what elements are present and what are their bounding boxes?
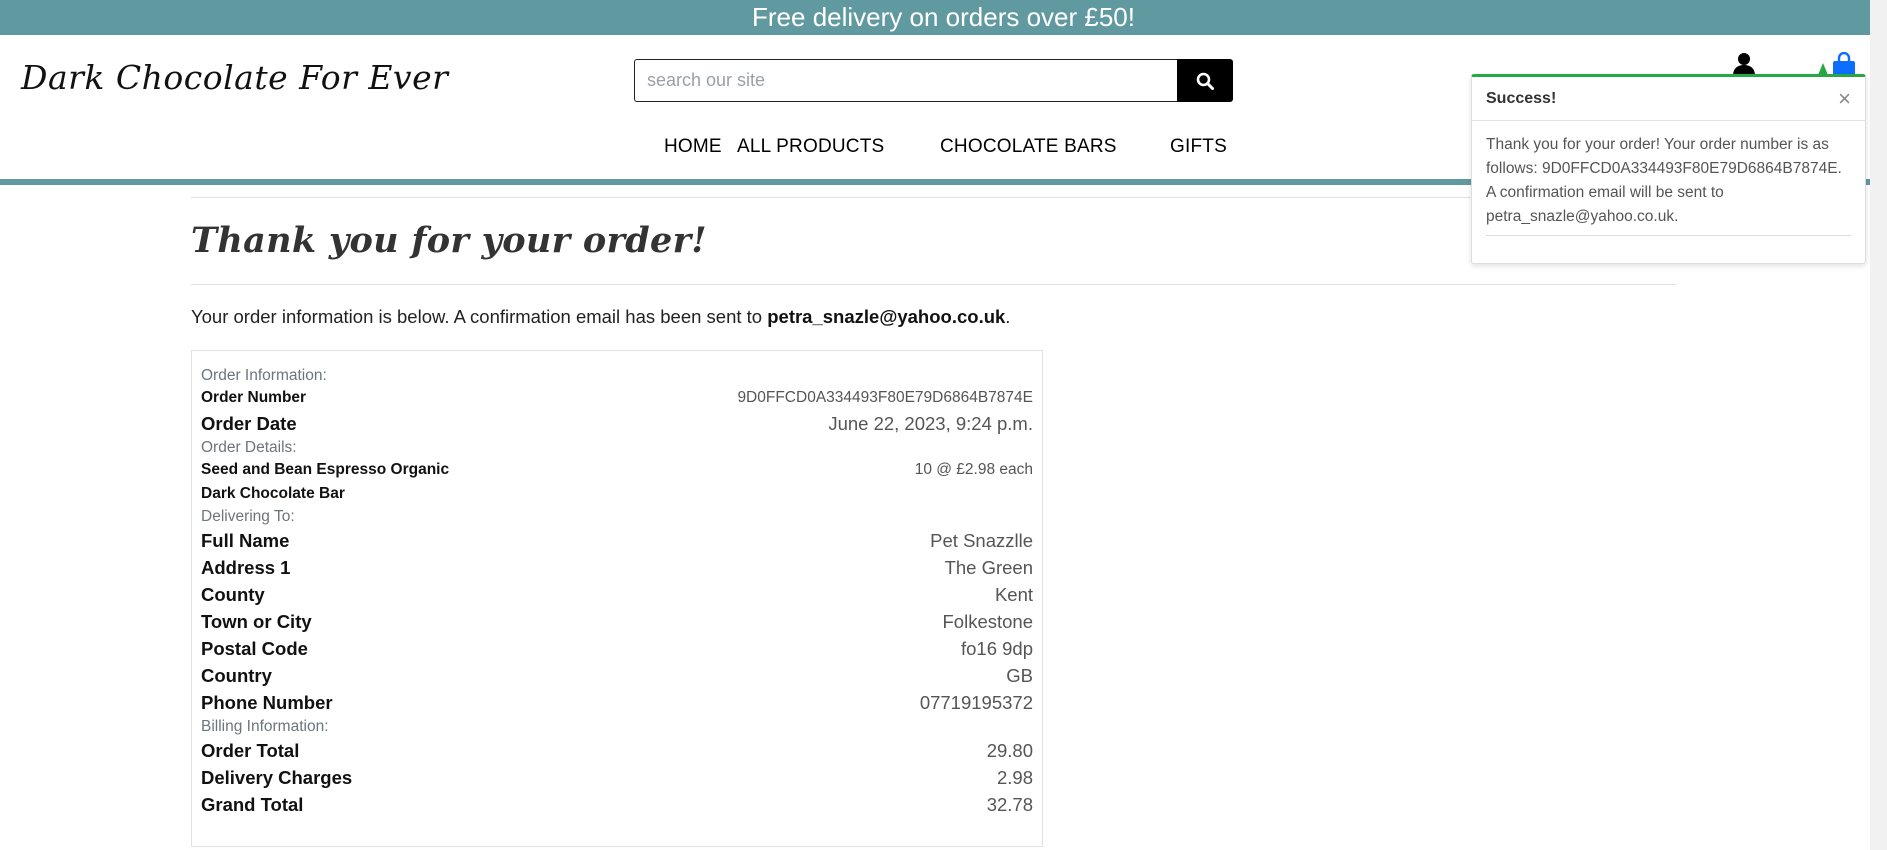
- search-button[interactable]: [1177, 59, 1233, 102]
- nav-chocolate-bars[interactable]: CHOCOLATE BARS: [940, 136, 1117, 158]
- delivery-value: Folkestone: [942, 611, 1034, 632]
- site-logo[interactable]: Dark Chocolate For Ever: [21, 58, 448, 97]
- billing-information-heading: Billing Information:: [201, 718, 329, 735]
- delivery-row: County Kent: [201, 581, 1033, 608]
- delivery-value: The Green: [944, 557, 1033, 578]
- delivery-row: Country GB: [201, 662, 1033, 689]
- order-date-label: Order Date: [201, 413, 297, 434]
- order-intro: Your order information is below. A confi…: [191, 306, 1676, 328]
- delivering-to-heading: Delivering To:: [201, 508, 295, 525]
- delivery-row: Postal Code fo16 9dp: [201, 635, 1033, 662]
- delivery-value: fo16 9dp: [960, 638, 1033, 659]
- delivery-row: Full Name Pet Snazzlle: [201, 527, 1033, 554]
- billing-label: Grand Total: [201, 794, 304, 815]
- product-name: Seed and Bean Espresso Organic Dark Choc…: [201, 461, 450, 502]
- billing-label: Delivery Charges: [201, 767, 353, 788]
- nav-home[interactable]: HOME: [664, 136, 722, 158]
- toast-message: Thank you for your order! Your order num…: [1486, 136, 1842, 225]
- order-summary-card: Order Information: Order Number 9D0FFCD0…: [191, 350, 1043, 847]
- delivery-value: GB: [1006, 665, 1033, 686]
- billing-value: 2.98: [996, 767, 1033, 788]
- delivery-label: County: [201, 584, 265, 605]
- divider: [1486, 235, 1851, 236]
- delivery-row: Town or City Folkestone: [201, 608, 1033, 635]
- order-date-value: June 22, 2023, 9:24 p.m.: [828, 413, 1033, 434]
- order-number-value: 9D0FFCD0A334493F80E79D6864B7874E: [737, 389, 1033, 406]
- billing-label: Order Total: [201, 740, 300, 761]
- checkout-success-content: Thank you for your order! Your order inf…: [191, 197, 1676, 328]
- delivery-label: Postal Code: [201, 638, 308, 659]
- product-quantity-price: 10 @ £2.98 each: [914, 461, 1033, 478]
- nav-all-products[interactable]: ALL PRODUCTS: [737, 136, 884, 158]
- billing-row: Delivery Charges 2.98: [201, 764, 1033, 791]
- order-number-label: Order Number: [201, 389, 307, 406]
- delivery-row: Address 1 The Green: [201, 554, 1033, 581]
- success-toast: Success! × Thank you for your order! You…: [1471, 74, 1866, 264]
- delivery-label: Phone Number: [201, 692, 333, 713]
- order-details-heading: Order Details:: [201, 439, 297, 456]
- delivery-label: Town or City: [201, 611, 312, 632]
- intro-email: petra_snazle@yahoo.co.uk: [767, 306, 1006, 327]
- intro-suffix: .: [1005, 306, 1011, 327]
- toast-title: Success!: [1486, 89, 1557, 107]
- divider: [191, 197, 1676, 198]
- search-icon: [1196, 72, 1214, 90]
- delivery-row: Phone Number 07719195372: [201, 689, 1033, 716]
- toast-header: Success! ×: [1472, 77, 1865, 121]
- user-icon[interactable]: [1733, 52, 1755, 76]
- order-information-heading: Order Information:: [201, 367, 327, 384]
- page-scrollbar[interactable]: [1870, 0, 1887, 850]
- nav-gifts[interactable]: GIFTS: [1170, 136, 1227, 158]
- close-icon[interactable]: ×: [1838, 87, 1851, 110]
- page-title: Thank you for your order!: [191, 220, 707, 261]
- order-number-row: Order Number 9D0FFCD0A334493F80E79D6864B…: [201, 386, 1033, 410]
- search-input[interactable]: [634, 59, 1177, 102]
- search-form: [634, 59, 1233, 102]
- order-date-row: Order Date June 22, 2023, 9:24 p.m.: [201, 410, 1033, 437]
- delivery-label: Country: [201, 665, 272, 686]
- delivery-value: 07719195372: [919, 692, 1033, 713]
- billing-row: Grand Total 32.78: [201, 791, 1033, 818]
- intro-text: Your order information is below. A confi…: [191, 306, 768, 327]
- billing-row: Order Total 29.80: [201, 737, 1033, 764]
- delivery-label: Full Name: [201, 530, 290, 551]
- delivery-value: Pet Snazzlle: [930, 530, 1033, 551]
- delivery-value: Kent: [994, 584, 1033, 605]
- free-delivery-banner: Free delivery on orders over £50!: [0, 0, 1887, 35]
- delivery-label: Address 1: [201, 557, 291, 578]
- order-line-item: Seed and Bean Espresso Organic Dark Choc…: [201, 458, 1033, 506]
- billing-value: 29.80: [986, 740, 1033, 761]
- billing-value: 32.78: [986, 794, 1033, 815]
- divider: [191, 284, 1676, 285]
